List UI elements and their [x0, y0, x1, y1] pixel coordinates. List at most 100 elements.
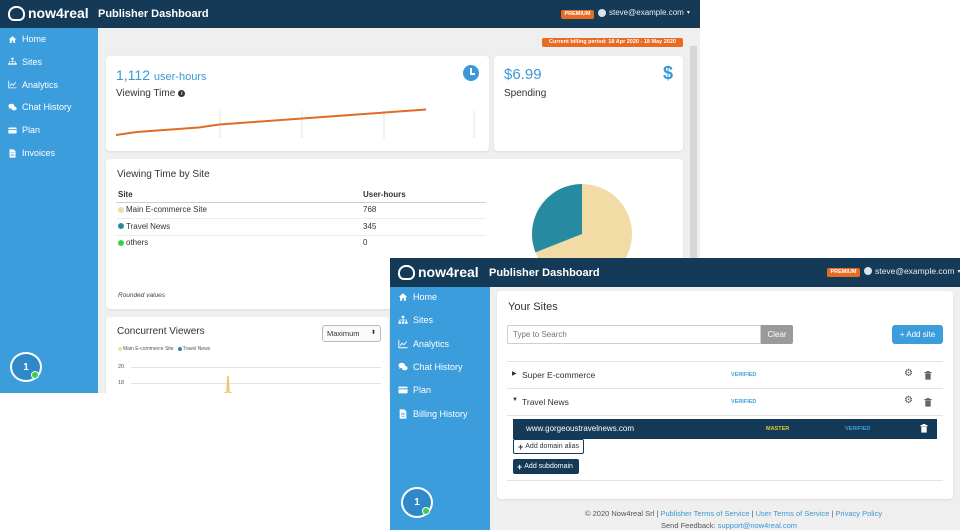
- user-avatar-icon: [598, 8, 606, 17]
- sidebar-item-label: Analytics: [22, 79, 59, 90]
- chat-icon: [8, 103, 17, 112]
- site-search-input[interactable]: [507, 325, 761, 344]
- feedback-email-link[interactable]: support@now4real.com: [718, 521, 797, 530]
- table-row: Travel News: [118, 222, 170, 231]
- legend-travel-label: Travel News: [182, 346, 211, 352]
- brand-logo-2[interactable]: now4real: [398, 264, 479, 280]
- trash-icon[interactable]: [924, 398, 932, 407]
- premium-badge-2: PREMIUM: [827, 268, 860, 277]
- user-menu[interactable]: steve@example.com ▾: [598, 8, 690, 17]
- plan-icon: [398, 385, 408, 395]
- sidebar-item-label: Chat History: [413, 361, 463, 372]
- home-icon: [398, 293, 408, 301]
- concurrent-mode-select[interactable]: Maximum ⬍: [322, 325, 381, 342]
- add-domain-alias-button[interactable]: + Add domain alias: [513, 439, 584, 454]
- plan-icon: [8, 126, 17, 135]
- add-site-button[interactable]: + Add site: [892, 325, 943, 344]
- plan-icon: [398, 386, 408, 394]
- site-hours: 345: [363, 221, 377, 231]
- site-row[interactable]: ▼ Travel News VERIFIED ⚙: [507, 389, 943, 415]
- separator: |: [751, 509, 754, 518]
- page-title: Publisher Dashboard: [98, 8, 209, 20]
- user-avatar-icon: [864, 267, 872, 275]
- rounded-values-note: Rounded values: [118, 292, 165, 299]
- chat-bubble-widget-2[interactable]: 1: [401, 487, 433, 518]
- sidebar-item-billing-history[interactable]: Billing History: [398, 409, 468, 419]
- master-badge: MASTER: [766, 426, 790, 432]
- home-icon: [8, 35, 17, 43]
- top-navbar-2: now4real Publisher Dashboard PREMIUM ste…: [390, 258, 960, 287]
- copyright: © 2020 Now4real Srl |: [585, 509, 659, 518]
- sidebar-item-sites[interactable]: Sites: [398, 315, 433, 325]
- home-icon: [398, 292, 408, 302]
- legend-main-label: Main E-commerce Site: [123, 346, 174, 352]
- caret-right-icon[interactable]: ▶: [512, 370, 517, 377]
- sidebar-item-label: Home: [22, 34, 47, 44]
- sitemap-icon: [8, 57, 17, 66]
- your-sites-title: Your Sites: [508, 301, 558, 313]
- add-subdomain-button[interactable]: + Add subdomain: [513, 459, 579, 474]
- dashboard-window-sites: now4real Publisher Dashboard PREMIUM ste…: [390, 258, 960, 530]
- brand-name: now4real: [28, 5, 89, 21]
- file-icon: [398, 408, 408, 419]
- sitemap-icon: [398, 315, 408, 325]
- viewing-time-sparkline: [115, 108, 475, 138]
- premium-badge: PREMIUM: [561, 10, 594, 19]
- user-terms-link[interactable]: User Terms of Service: [756, 509, 830, 518]
- sidebar-item-chat-history[interactable]: Chat History: [8, 102, 72, 112]
- sidebar-item-chat-history[interactable]: Chat History: [398, 362, 463, 372]
- site-verified-badge: VERIFIED: [731, 399, 757, 405]
- spending-value: $6.99: [504, 66, 542, 83]
- chat-bubble-widget[interactable]: 1: [10, 352, 42, 382]
- brand-logo[interactable]: now4real: [8, 5, 89, 21]
- trash-icon[interactable]: [924, 371, 932, 380]
- caret-down-icon[interactable]: ▼: [512, 397, 518, 403]
- online-indicator: [31, 371, 39, 379]
- file-icon: [399, 408, 407, 419]
- sidebar-item-label: Invoices: [22, 148, 56, 158]
- sidebar-item-home[interactable]: Home: [8, 34, 46, 44]
- footer-links: © 2020 Now4real Srl | Publisher Terms of…: [585, 509, 882, 518]
- sidebar-item-label: Plan: [413, 385, 432, 396]
- concurrent-title: Concurrent Viewers: [117, 326, 205, 337]
- user-menu-2[interactable]: steve@example.com ▾: [864, 266, 960, 276]
- domain-row[interactable]: www.gorgeoustravelnews.com MASTER VERIFI…: [513, 419, 937, 439]
- sidebar-item-analytics[interactable]: Analytics: [398, 339, 449, 349]
- gear-icon[interactable]: ⚙: [904, 368, 913, 379]
- sidebar-item-invoices[interactable]: Invoices: [8, 148, 55, 158]
- brand-name-2: now4real: [418, 264, 479, 280]
- clear-search-button[interactable]: Clear: [761, 325, 793, 344]
- spending-label: Spending: [504, 88, 547, 99]
- delete-domain-trash-icon[interactable]: [920, 424, 928, 433]
- user-email: steve@example.com: [609, 8, 684, 17]
- table-row: others: [118, 238, 148, 247]
- sidebar-item-plan[interactable]: Plan: [398, 385, 431, 395]
- concurrent-legend: Main E-commerce Site Travel News: [118, 346, 210, 352]
- domain-verified-badge: VERIFIED: [845, 426, 871, 432]
- gear-icon[interactable]: ⚙: [904, 395, 913, 406]
- y-tick-20: 20: [118, 364, 125, 370]
- site-row[interactable]: ▶ Super E-commerce VERIFIED ⚙: [507, 362, 943, 388]
- file-icon: [8, 148, 17, 158]
- sidebar-item-label: Plan: [22, 125, 41, 136]
- concurrent-viewers-card: Concurrent Viewers Maximum ⬍ Main E-comm…: [106, 317, 389, 393]
- viewing-time-line: [115, 108, 427, 136]
- sidebar-item-home[interactable]: Home: [398, 292, 437, 302]
- user-email-2: steve@example.com: [875, 266, 955, 276]
- sidebar-item-analytics[interactable]: Analytics: [8, 80, 58, 90]
- chevron-down-icon: ▾: [686, 10, 690, 16]
- home-icon: [8, 35, 17, 44]
- cloud-logo-icon: [8, 5, 25, 21]
- sidebar-item-plan[interactable]: Plan: [8, 125, 40, 135]
- publisher-terms-link[interactable]: Publisher Terms of Service: [660, 509, 749, 518]
- series-swatch: [118, 239, 124, 246]
- feedback-label: Send Feedback:: [661, 521, 716, 530]
- chat-viewer-count-2: 1: [414, 497, 420, 508]
- dollar-icon: $: [663, 63, 674, 83]
- privacy-policy-link[interactable]: Privacy Policy: [835, 509, 882, 518]
- chart-icon: [398, 339, 408, 348]
- chart-icon: [398, 339, 408, 349]
- table-row: Main E-commerce Site: [118, 205, 207, 214]
- legend-travel-swatch: [177, 347, 182, 351]
- sidebar-item-sites[interactable]: Sites: [8, 57, 42, 67]
